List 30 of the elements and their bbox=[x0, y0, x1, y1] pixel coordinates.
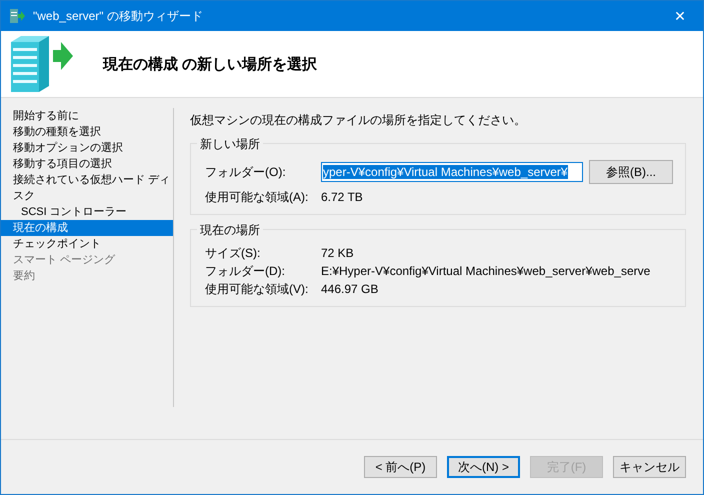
field-label: フォルダー(D): bbox=[205, 262, 286, 280]
window-title: "web_server" の移動ウィザード bbox=[33, 8, 204, 24]
server-icon bbox=[9, 34, 73, 94]
step-item[interactable]: 現在の構成 bbox=[1, 220, 173, 236]
step-item[interactable]: 移動する項目の選択 bbox=[1, 156, 173, 172]
field-value: E:¥Hyper-V¥config¥Virtual Machines¥web_server¥web_serve bbox=[321, 264, 650, 278]
page-title: 現在の構成 の新しい場所を選択 bbox=[103, 54, 318, 74]
wizard-button[interactable]: 次へ(N) > bbox=[447, 456, 520, 478]
field-label: サイズ(S): bbox=[205, 244, 262, 262]
step-item[interactable]: 開始する前に bbox=[1, 108, 173, 124]
field-value: 72 KB bbox=[321, 246, 354, 260]
field-label: 使用可能な領域(V): bbox=[205, 280, 310, 298]
field-value: 6.72 TB bbox=[321, 190, 363, 204]
folder-field[interactable]: yper-V¥config¥Virtual Machines¥web_server¥ bbox=[321, 162, 583, 182]
browse-button[interactable]: 参照(B)... bbox=[589, 160, 673, 184]
field-label: 使用可能な領域(A): bbox=[205, 188, 310, 206]
wizard-button[interactable]: キャンセル bbox=[613, 456, 686, 478]
step-item[interactable]: 移動オプションの選択 bbox=[1, 140, 173, 156]
wizard-icon bbox=[9, 8, 25, 24]
field-value: 446.97 GB bbox=[321, 282, 378, 296]
wizard-button[interactable]: < 前へ(P) bbox=[364, 456, 437, 478]
step-item[interactable]: 移動の種類を選択 bbox=[1, 124, 173, 140]
close-button[interactable]: ✕ bbox=[657, 1, 703, 31]
group-title: 現在の場所 bbox=[197, 222, 263, 239]
instruction-text: 仮想マシンの現在の構成ファイルの場所を指定してください。 bbox=[190, 112, 527, 129]
step-item[interactable]: 接続されている仮想ハード ディスク bbox=[1, 172, 173, 204]
group-title: 新しい場所 bbox=[197, 136, 263, 153]
field-label: フォルダー(O): bbox=[205, 164, 287, 180]
step-item[interactable]: チェックポイント bbox=[1, 236, 173, 252]
step-item[interactable]: SCSI コントローラー bbox=[1, 204, 173, 220]
